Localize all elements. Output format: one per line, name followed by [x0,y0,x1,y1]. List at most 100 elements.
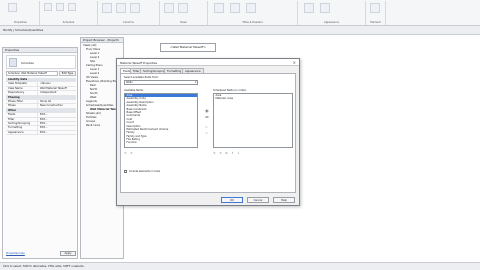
property-value[interactable]: Show All [38,100,76,103]
ribbon-group-label: Appearance [323,21,339,24]
ribbon-group-label: Rows [180,21,187,24]
combine-parameters-icon[interactable]: ⧉ [225,152,228,155]
properties-title: Properties [3,48,77,53]
add-parameter-icon[interactable]: ➕ [205,110,209,113]
tree-item[interactable]: Ceiling Plans [86,64,103,67]
remove-parameter-icon[interactable]: ➖ [205,116,209,119]
properties-footer: Properties help Apply [6,251,76,257]
property-key: Dependency [6,91,38,95]
ribbon-tool-button[interactable] [178,3,188,13]
context-title: Modify | Schedule/Quantities [3,28,44,32]
ribbon-tool-button[interactable] [116,3,126,13]
add-field-arrow-icon[interactable]: ⇨ [205,126,208,129]
property-key: View Name [6,86,38,91]
section-label: Other [8,108,17,112]
edit-parameter-icon[interactable]: ✎ [124,152,127,155]
ribbon-group-label: Schedule [62,21,75,24]
tree-item[interactable]: Groups [86,120,95,123]
tree-item[interactable]: Views (all) [83,44,96,47]
properties-button[interactable] [8,3,17,12]
tree-item[interactable]: Revit Links [86,124,100,127]
tree-item[interactable]: Level 2 [90,72,99,75]
apply-button[interactable]: Apply [60,251,76,256]
ok-button[interactable]: OK [221,197,243,203]
edit-type-button[interactable]: Edit Type [59,71,76,76]
ribbon-group-label: Properties [14,21,27,24]
ribbon-tool-button[interactable] [230,3,240,13]
tree-item[interactable]: Site [90,60,95,63]
ribbon-tool-button[interactable] [68,3,76,11]
edit-filter-button[interactable]: Edit... [38,118,76,121]
instance-selector[interactable]: Schedule: Wall Material Takeoff [6,71,58,76]
context-bar: Modify | Schedule/Quantities [0,26,480,35]
remove-field-arrow-icon[interactable]: ⇦ [205,132,208,135]
ribbon-group-appearance: Appearance [298,1,366,25]
chevron-down-icon: ▾ [195,80,197,84]
list-item[interactable]: Function [125,141,197,144]
scheduled-fields-label: Scheduled fields (in order): [213,89,247,92]
ribbon-tool-button[interactable] [304,3,314,13]
tree-item[interactable]: East [90,84,96,87]
cancel-button[interactable]: Cancel [247,197,269,203]
move-down-icon[interactable]: ↓ [237,152,240,155]
ribbon-group-label: Titles & Headers [242,21,263,24]
ribbon: Properties Schedule Columns Rows Titles … [0,0,480,26]
tree-item[interactable]: Level 1 [90,68,99,71]
tree-item[interactable]: Floor Plans [86,48,100,51]
delete-parameter-icon[interactable]: ✕ [130,152,133,155]
delete-icon[interactable]: ✕ [219,152,222,155]
edit-appearance-button[interactable]: Edit... [38,131,76,134]
property-key: Phase Filter [6,99,38,104]
edit-fields-button[interactable]: Edit... [38,113,76,116]
close-icon[interactable]: × [293,60,296,65]
ribbon-tool-button[interactable] [320,3,330,13]
list-item[interactable]: Material: Area [214,97,292,100]
property-value[interactable]: <None> [38,82,76,85]
dialog-title: Material Takeoff Properties [120,61,158,65]
ribbon-group-properties: Properties [2,1,40,25]
tree-item[interactable]: North [90,88,97,91]
ribbon-tool-button[interactable] [164,3,174,13]
available-fields-label: Available fields: [124,89,144,92]
move-up-icon[interactable]: ↑ [231,152,234,155]
tree-item[interactable]: Sheets (all) [86,112,101,115]
instance-row: Schedule: Wall Material Takeoff Edit Typ… [6,71,76,76]
tree-item[interactable]: Families [86,116,96,119]
ribbon-group-element: Element [366,1,386,25]
ribbon-tool-button[interactable] [214,3,224,13]
tree-item[interactable]: West [90,96,96,99]
scheduled-fields-list: Area Material: Area [213,93,293,148]
edit-sorting-button[interactable]: Edit... [38,122,76,125]
ribbon-tool-button[interactable] [246,3,256,13]
property-value[interactable]: New Construction [38,104,76,107]
browser-title: Project Browser - Project1 [81,38,123,43]
edit-icon[interactable]: ✎ [213,152,216,155]
include-links-checkbox[interactable] [124,170,127,173]
edit-formatting-button[interactable]: Edit... [38,126,76,129]
dialog-titlebar: Material Takeoff Properties × [117,59,299,66]
tree-item[interactable]: Level 2 [90,56,99,59]
ribbon-tool-button[interactable] [44,3,52,11]
tree-item[interactable]: South [90,92,98,95]
type-selector[interactable]: Schedule [6,55,76,69]
tree-item[interactable]: 3D Views [86,76,98,79]
ribbon-group-label: Columns [123,21,134,24]
properties-grid: Identity Data View Template <None> View N… [6,78,76,136]
property-key: Fields [6,113,38,117]
ribbon-tool-button[interactable] [130,3,140,13]
category-dropdown[interactable]: Walls [124,80,198,85]
help-button[interactable]: Help [273,197,295,203]
properties-help-link[interactable]: Properties help [6,252,25,255]
ribbon-tool-button[interactable] [102,3,112,13]
section-label: Identity Data [8,78,28,81]
property-value[interactable]: Independent [38,91,76,94]
tree-item[interactable]: Level 1 [90,52,99,55]
ribbon-tool-button[interactable] [56,3,64,11]
property-key: Filter [6,117,38,121]
tree-item[interactable]: Legends [86,100,97,103]
tree-item[interactable]: Schedules/Quantities [86,104,114,107]
status-text: Click to select, TAB for alternates, CTR… [3,265,85,268]
ribbon-group-rows: Rows [160,1,208,25]
property-value[interactable]: Wall Material Takeoff [38,87,76,90]
ribbon-tool-button[interactable] [370,3,380,13]
